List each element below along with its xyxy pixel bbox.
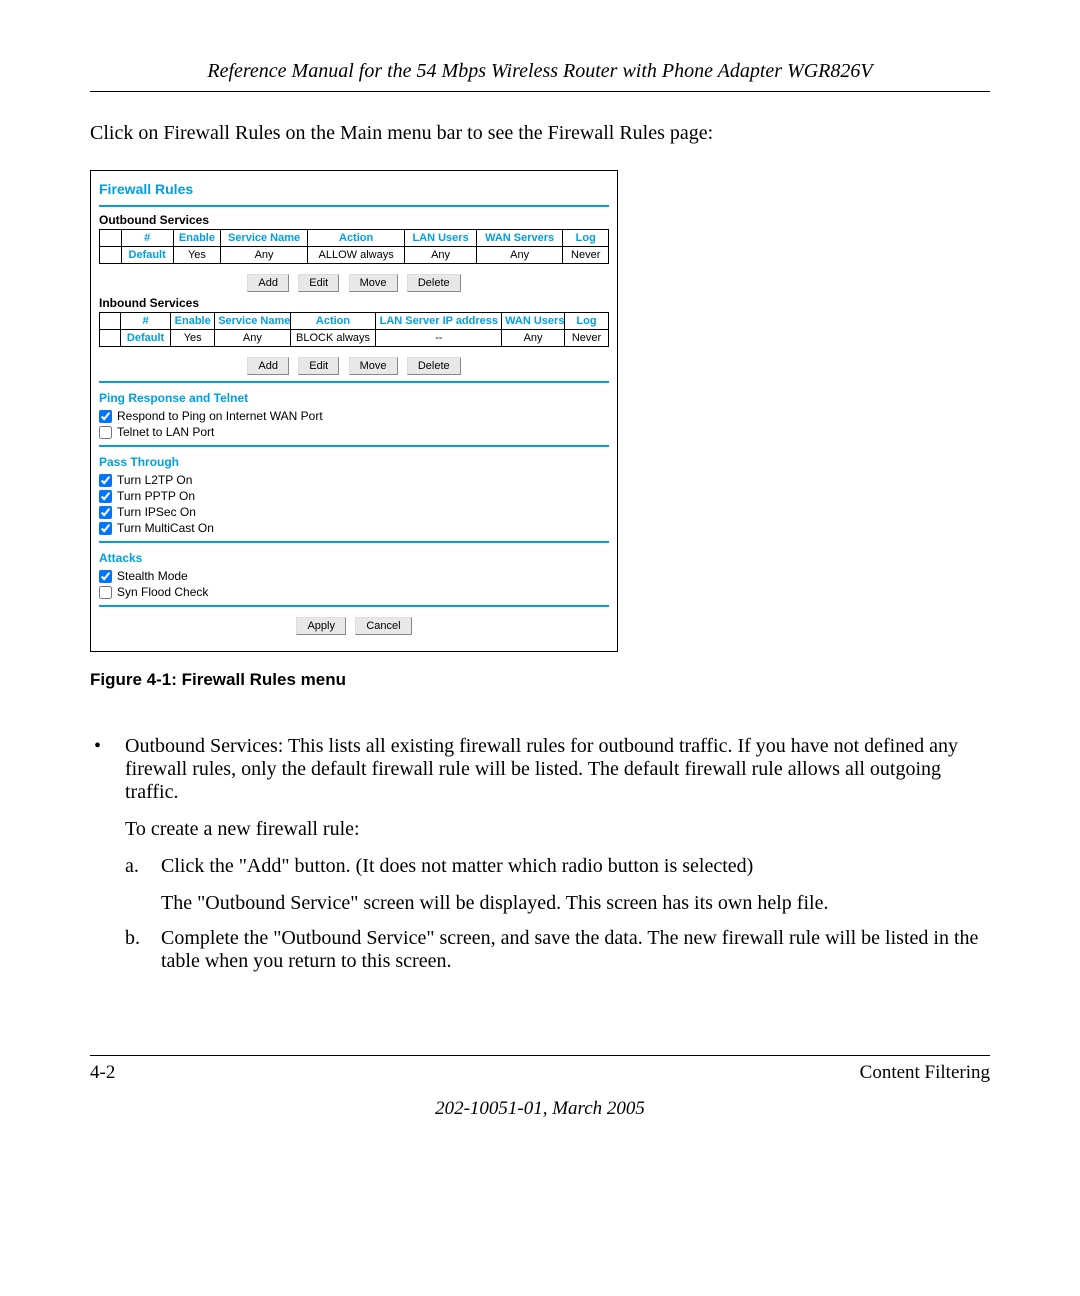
outbound-radio-cell[interactable] <box>100 247 122 264</box>
bullet-lead: Outbound Services: This lists all existi… <box>125 735 958 803</box>
inbound-delete-button[interactable]: Delete <box>407 357 461 375</box>
passthrough-heading: Pass Through <box>99 455 609 469</box>
firewall-rules-screenshot: Firewall Rules Outbound Services # Enabl… <box>90 170 618 652</box>
col-action: Action <box>290 313 376 330</box>
outbound-lan-users: Any <box>405 247 476 264</box>
col-num: # <box>121 230 173 247</box>
footer-section: Content Filtering <box>860 1062 990 1084</box>
ping-heading: Ping Response and Telnet <box>99 391 609 405</box>
cancel-button[interactable]: Cancel <box>355 617 411 635</box>
inbound-service: Any <box>215 330 290 347</box>
col-log: Log <box>563 230 609 247</box>
synflood-label: Syn Flood Check <box>117 585 208 599</box>
outbound-edit-button[interactable]: Edit <box>298 274 339 292</box>
step-b-marker: b. <box>125 927 147 973</box>
outbound-service: Any <box>221 247 308 264</box>
step-a-text: Click the "Add" button. (It does not mat… <box>161 855 753 877</box>
multicast-checkbox[interactable] <box>99 522 112 535</box>
synflood-checkbox[interactable] <box>99 586 112 599</box>
col-num: # <box>120 313 170 330</box>
stealth-checkbox[interactable] <box>99 570 112 583</box>
col-wan-users: WAN Users <box>502 313 565 330</box>
col-action: Action <box>307 230 404 247</box>
bullet-subhead: To create a new firewall rule: <box>125 818 990 841</box>
inbound-row-default[interactable]: Default Yes Any BLOCK always -- Any Neve… <box>100 330 609 347</box>
title-underline <box>99 205 609 207</box>
multicast-label: Turn MultiCast On <box>117 521 214 535</box>
outbound-delete-button[interactable]: Delete <box>407 274 461 292</box>
section-divider-3 <box>99 541 609 543</box>
section-divider-2 <box>99 445 609 447</box>
step-a-note: The "Outbound Service" screen will be di… <box>161 892 828 915</box>
outbound-action: ALLOW always <box>307 247 404 264</box>
footer-page-number: 4-2 <box>90 1062 115 1084</box>
inbound-radio-cell[interactable] <box>100 330 121 347</box>
outbound-wan-servers: Any <box>476 247 563 264</box>
inbound-log: Never <box>564 330 608 347</box>
step-b-text: Complete the "Outbound Service" screen, … <box>161 927 990 973</box>
ipsec-label: Turn IPSec On <box>117 505 196 519</box>
col-radio <box>100 313 121 330</box>
section-divider-4 <box>99 605 609 607</box>
col-enable: Enable <box>173 230 221 247</box>
outbound-move-button[interactable]: Move <box>349 274 398 292</box>
intro-text: Click on Firewall Rules on the Main menu… <box>90 122 990 145</box>
pptp-checkbox[interactable] <box>99 490 112 503</box>
col-wan-servers: WAN Servers <box>476 230 563 247</box>
step-a-marker: a. <box>125 855 147 915</box>
inbound-enable: Yes <box>171 330 215 347</box>
col-log: Log <box>564 313 608 330</box>
col-lan-users: LAN Users <box>405 230 476 247</box>
footer-doc-id: 202-10051-01, March 2005 <box>90 1098 990 1120</box>
outbound-table: # Enable Service Name Action LAN Users W… <box>99 229 609 264</box>
pptp-label: Turn PPTP On <box>117 489 195 503</box>
inbound-heading: Inbound Services <box>99 296 609 310</box>
col-service: Service Name <box>215 313 290 330</box>
stealth-label: Stealth Mode <box>117 569 188 583</box>
l2tp-label: Turn L2TP On <box>117 473 192 487</box>
bullet-marker: • <box>90 735 105 985</box>
outbound-row-default[interactable]: Default Yes Any ALLOW always Any Any Nev… <box>100 247 609 264</box>
inbound-wan-users: Any <box>502 330 565 347</box>
ping-respond-label: Respond to Ping on Internet WAN Port <box>117 409 323 423</box>
outbound-add-button[interactable]: Add <box>247 274 289 292</box>
col-service: Service Name <box>221 230 308 247</box>
inbound-add-button[interactable]: Add <box>247 357 289 375</box>
attacks-heading: Attacks <box>99 551 609 565</box>
figure-caption: Figure 4-1: Firewall Rules menu <box>90 670 990 690</box>
inbound-edit-button[interactable]: Edit <box>298 357 339 375</box>
screenshot-title: Firewall Rules <box>99 181 609 197</box>
inbound-move-button[interactable]: Move <box>349 357 398 375</box>
ping-respond-checkbox[interactable] <box>99 410 112 423</box>
outbound-log: Never <box>563 247 609 264</box>
apply-button[interactable]: Apply <box>296 617 346 635</box>
col-lan-server-ip: LAN Server IP address <box>376 313 502 330</box>
outbound-heading: Outbound Services <box>99 213 609 227</box>
header-rule <box>90 91 990 92</box>
telnet-lan-checkbox[interactable] <box>99 426 112 439</box>
page-header-title: Reference Manual for the 54 Mbps Wireles… <box>90 60 990 83</box>
inbound-lan-server-ip: -- <box>376 330 502 347</box>
section-divider-1 <box>99 381 609 383</box>
col-enable: Enable <box>171 313 215 330</box>
footer-rule <box>90 1055 990 1056</box>
outbound-enable: Yes <box>173 247 221 264</box>
ipsec-checkbox[interactable] <box>99 506 112 519</box>
inbound-table: # Enable Service Name Action LAN Server … <box>99 312 609 347</box>
inbound-action: BLOCK always <box>290 330 376 347</box>
outbound-num: Default <box>121 247 173 264</box>
telnet-lan-label: Telnet to LAN Port <box>117 425 214 439</box>
col-radio <box>100 230 122 247</box>
inbound-num: Default <box>120 330 170 347</box>
l2tp-checkbox[interactable] <box>99 474 112 487</box>
